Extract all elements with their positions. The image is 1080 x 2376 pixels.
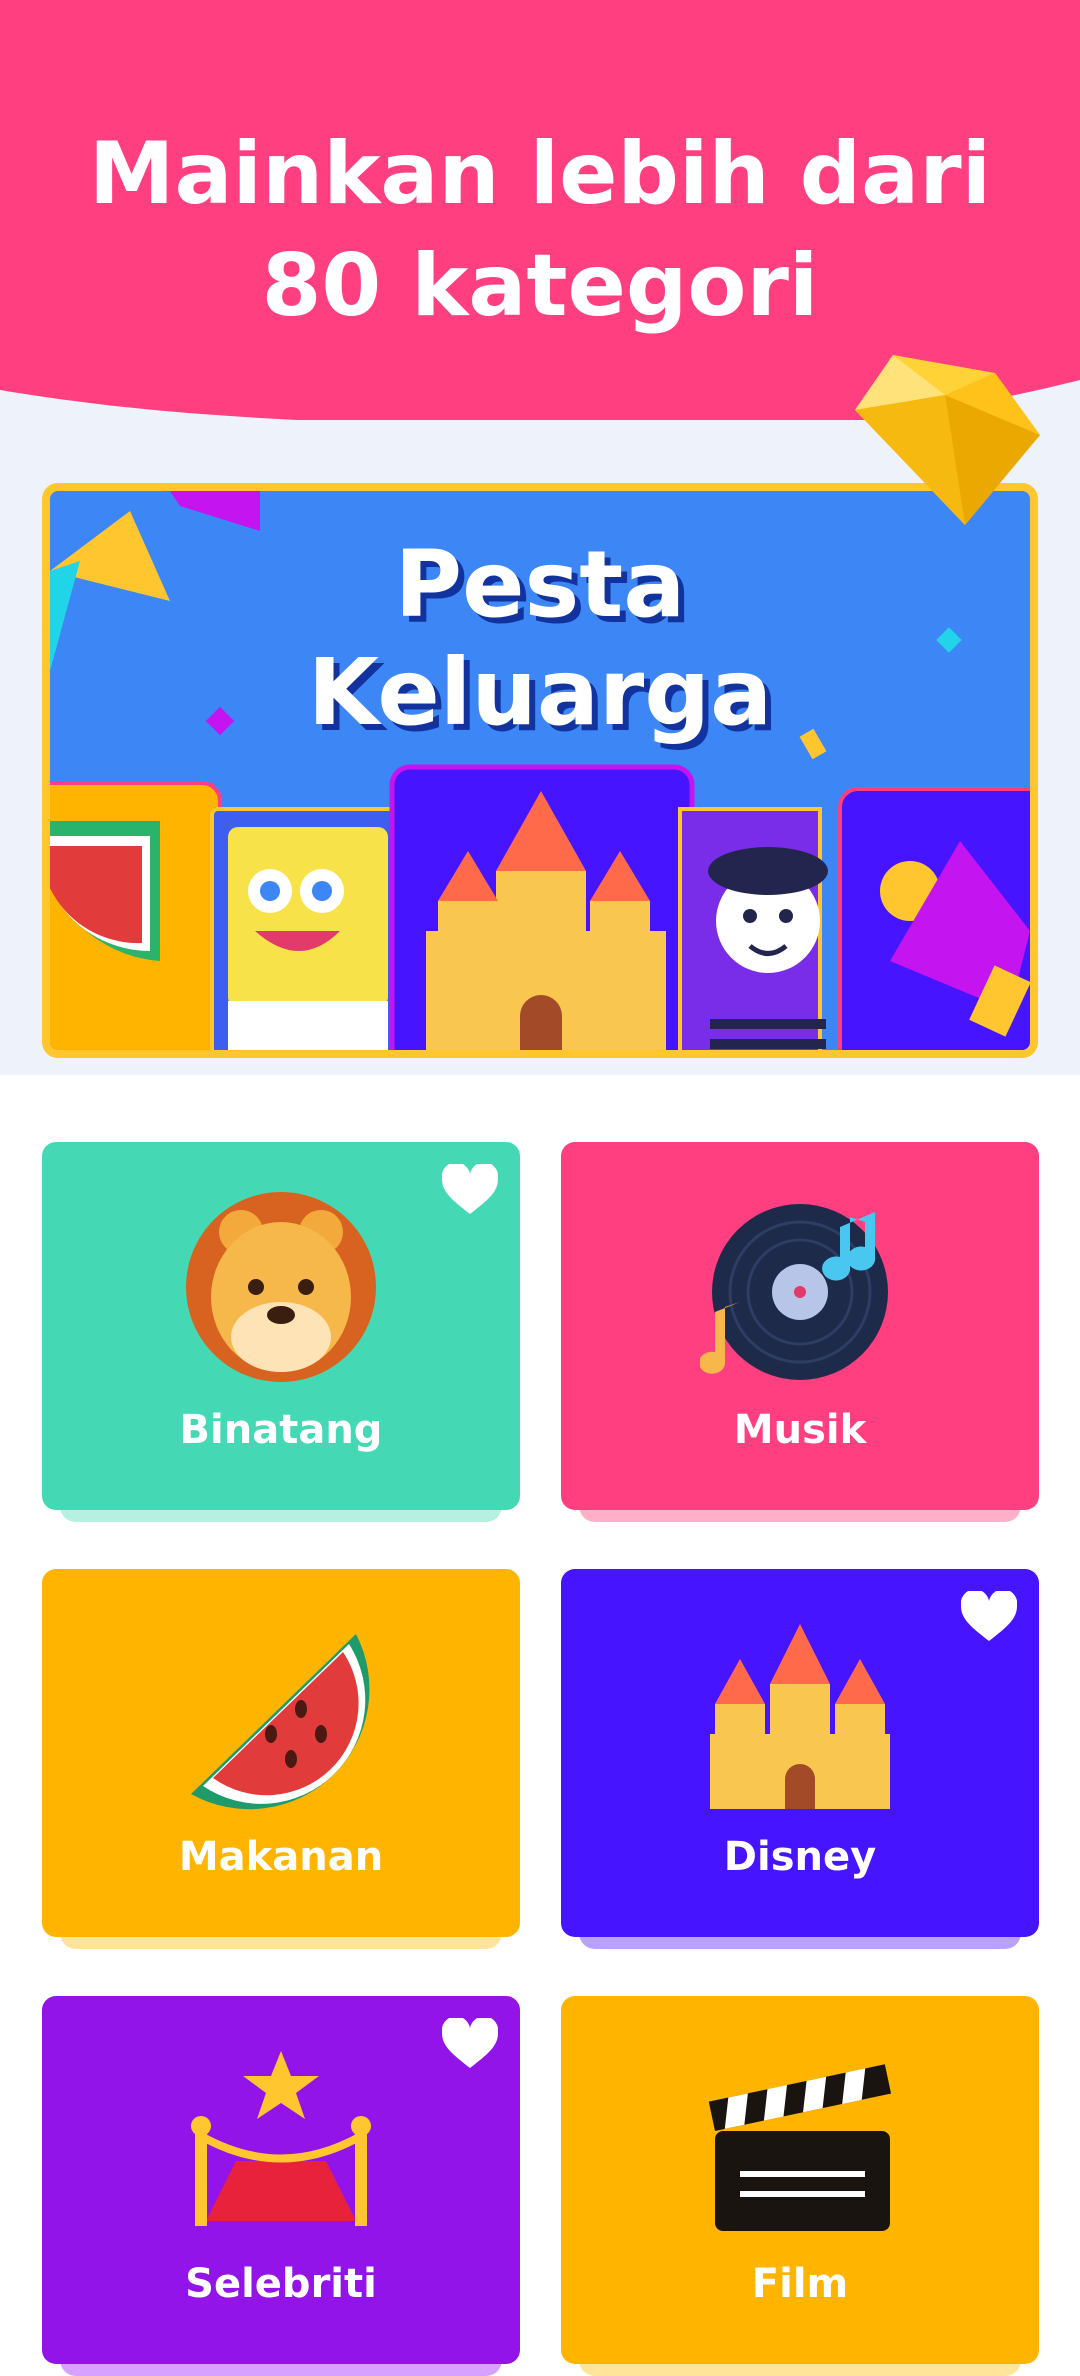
card-body: Binatang <box>42 1142 520 1510</box>
heart-icon[interactable] <box>442 2018 498 2070</box>
category-card-selebriti[interactable]: Selebriti <box>42 1996 520 2376</box>
watermelon-icon <box>191 1634 370 1810</box>
red-carpet-icon <box>191 2051 371 2226</box>
banner-title-line-2: Keluarga <box>307 639 773 746</box>
lion-icon <box>186 1192 376 1382</box>
card-body: Disney <box>561 1569 1039 1937</box>
banner-title-line-1: Pesta <box>394 531 686 638</box>
heart-icon[interactable] <box>961 1591 1017 1643</box>
featured-banner[interactable]: Pesta Keluarga <box>42 483 1038 1058</box>
clapperboard-icon <box>708 2064 892 2231</box>
category-label: Musik <box>733 1407 867 1453</box>
category-label: Binatang <box>179 1407 383 1453</box>
category-card-disney[interactable]: Disney <box>561 1569 1039 1949</box>
category-card-makanan[interactable]: Makanan <box>42 1569 520 1949</box>
card-body: Makanan <box>42 1569 520 1937</box>
category-card-musik[interactable]: Musik <box>561 1142 1039 1522</box>
vinyl-record-icon <box>700 1204 888 1380</box>
headline-line-2: 80 kategori <box>261 236 819 336</box>
category-label: Makanan <box>178 1834 384 1880</box>
category-label: Selebriti <box>185 2261 377 2307</box>
category-card-binatang[interactable]: Binatang <box>42 1142 520 1522</box>
card-body: Selebriti <box>42 1996 520 2364</box>
category-label: Disney <box>723 1834 877 1880</box>
headline: Mainkan lebih dari 80 kategori <box>0 118 1080 342</box>
card-body: Film <box>561 1996 1039 2364</box>
card-body: Musik <box>561 1142 1039 1510</box>
heart-icon[interactable] <box>442 1164 498 1216</box>
category-label: Film <box>751 2261 849 2307</box>
banner-title: Pesta Keluarga <box>50 531 1030 747</box>
castle-icon <box>710 1624 890 1809</box>
category-card-film[interactable]: Film <box>561 1996 1039 2376</box>
headline-line-1: Mainkan lebih dari <box>88 124 992 224</box>
diamond-icon <box>855 355 1040 525</box>
